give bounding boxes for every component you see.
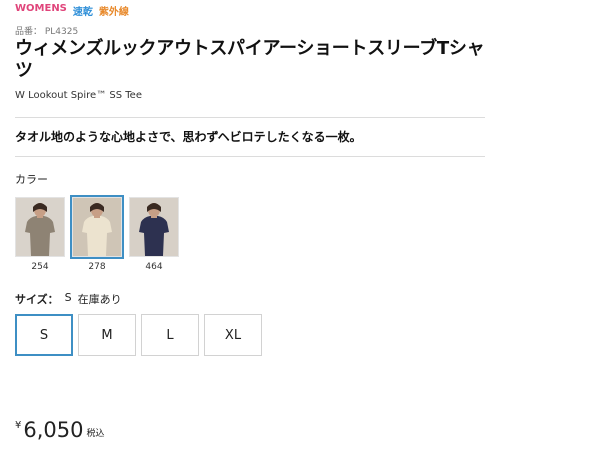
price-amount: 6,050 <box>23 418 84 442</box>
divider <box>15 117 485 118</box>
tax-label: 税込 <box>86 429 105 439</box>
color-label: カラー <box>15 173 48 186</box>
stock-status: 在庫あり <box>77 293 122 306</box>
product-tags: WOMENS 速乾 紫外線 <box>15 3 129 18</box>
size-status: サイズ： S 在庫あり <box>15 291 122 307</box>
divider <box>15 156 485 157</box>
uv-tag: 紫外線 <box>98 7 129 18</box>
color-swatch[interactable]: 464 <box>129 197 179 272</box>
product-title: ウィメンズルックアウトスパイアーショートスリーブTシャツ <box>15 38 485 81</box>
model-figure-icon <box>130 198 178 256</box>
model-figure-icon <box>73 198 121 256</box>
size-button[interactable]: M <box>78 314 136 356</box>
product-catchphrase: タオル地のような心地よさで、思わずヘビロテしたくなる一枚。 <box>15 130 362 144</box>
color-code: 464 <box>145 262 163 272</box>
color-swatch[interactable]: 278 <box>70 195 124 272</box>
color-swatches: 254 278 464 <box>15 195 179 272</box>
size-label: サイズ： <box>15 293 59 306</box>
size-button[interactable]: XL <box>204 314 262 356</box>
currency-symbol: ¥ <box>15 420 22 431</box>
selected-size: S <box>64 291 72 304</box>
product-number: 品番： PL4325 <box>15 27 79 37</box>
model-figure-icon <box>16 198 64 256</box>
color-swatch[interactable]: 254 <box>15 197 65 272</box>
price: ¥ 6,050 税込 <box>15 418 105 442</box>
size-button[interactable]: L <box>141 314 199 356</box>
color-code: 254 <box>31 262 49 272</box>
product-thumbnail <box>15 197 65 257</box>
size-options: S M L XL <box>15 314 262 356</box>
color-code: 278 <box>88 262 106 272</box>
womens-tag: WOMENS <box>15 3 67 14</box>
product-thumbnail <box>70 195 124 259</box>
quick-dry-tag: 速乾 <box>72 7 93 18</box>
product-thumbnail <box>129 197 179 257</box>
product-subtitle: W Lookout Spire™ SS Tee <box>15 90 142 101</box>
size-button[interactable]: S <box>15 314 73 356</box>
